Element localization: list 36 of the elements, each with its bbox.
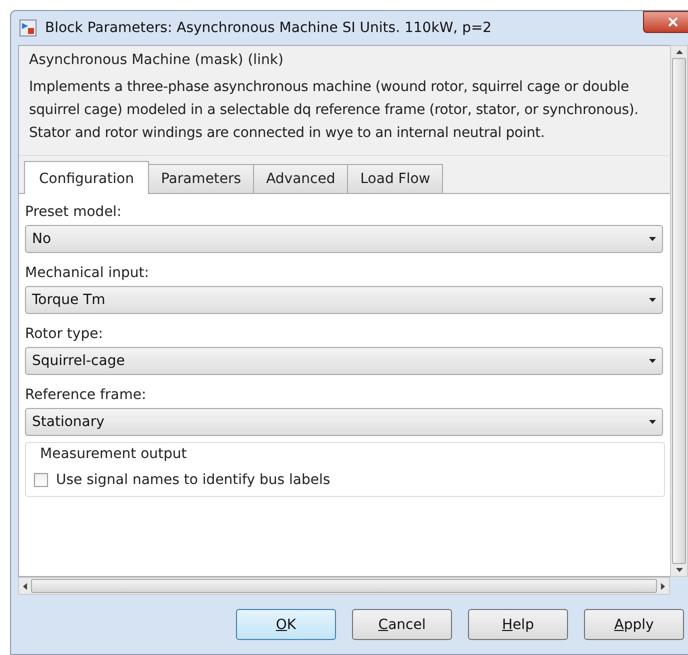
checkbox-label: Use signal names to identify bus labels [56,472,330,488]
checkbox[interactable] [34,473,48,487]
scroll-thumb[interactable] [672,58,686,564]
scroll-right-icon [661,582,665,590]
dropdown[interactable]: Squirrel-cage [25,347,663,375]
block-description: Implements a three-phase asynchronous machine (wound rotor, squirrel cage or double squirrel cage) modeled in a selectable dq reference frame (rotor, stator, or synchronous). Stator and rotor windings are connected in wye to an internal neutral point. [29,78,640,143]
close-button[interactable] [643,11,688,33]
caret-icon [649,359,656,363]
scroll-down-icon [676,568,682,572]
tab[interactable]: Configuration [24,161,149,194]
scroll-up-icon [676,50,682,54]
tab[interactable]: Parameters [148,164,254,193]
caret-icon [649,237,656,241]
field-label: Preset model: [25,203,122,222]
caret-icon [649,420,656,424]
dialog-button[interactable]: OK [236,609,336,640]
scroll-thumb[interactable] [31,579,657,593]
tab[interactable]: Advanced [253,164,348,193]
dialog-button[interactable]: Help [468,609,568,640]
close-icon [668,17,678,27]
dialog-button[interactable]: Cancel [352,609,452,640]
vertical-scrollbar[interactable] [670,45,688,577]
tab[interactable]: Load Flow [347,164,444,193]
caret-icon [649,298,656,302]
horizontal-scrollbar[interactable] [18,577,670,595]
field-label: Reference frame: [25,386,146,405]
window-title: Block Parameters: Asynchronous Machine SI Units. 110kW, p=2 [45,20,492,36]
dropdown[interactable]: Torque Tm [25,286,663,314]
field-label: Mechanical input: [25,264,149,283]
scroll-left-icon [23,582,27,590]
dialog-button[interactable]: Apply [584,609,684,640]
field-label: Rotor type: [25,325,103,344]
dropdown[interactable]: Stationary [25,408,663,436]
dropdown[interactable]: No [25,225,663,253]
app-icon [19,19,37,37]
block-heading: Asynchronous Machine (mask) (link) [29,52,284,68]
